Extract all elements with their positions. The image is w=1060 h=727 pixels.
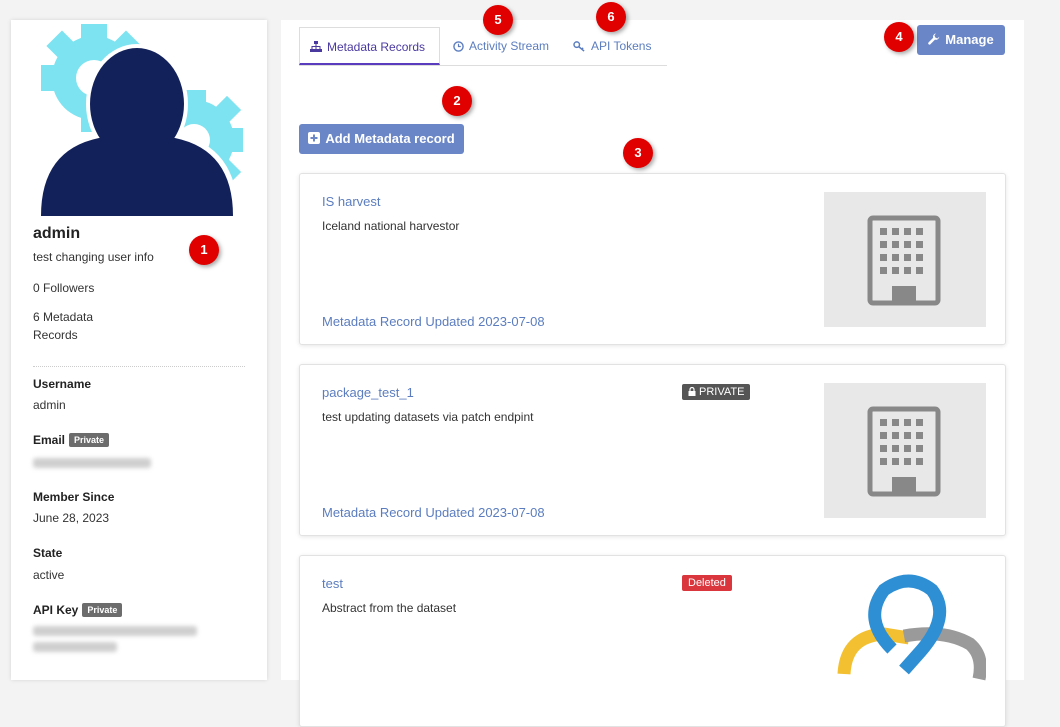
tab-api-tokens[interactable]: API Tokens [563,27,661,65]
tab-label: Activity Stream [469,39,550,53]
record-title-link[interactable]: package_test_1 [322,385,414,400]
plus-square-icon [308,132,321,144]
wrench-icon [928,33,940,45]
record-description: Iceland national harvestor [322,219,460,233]
user-avatar [39,24,243,216]
api-key-value-redacted [33,626,197,636]
main-content: Metadata Records Activity Stream API Tok… [281,20,1024,727]
private-badge: Private [82,603,123,617]
building-icon [867,406,941,497]
api-key-label-text: API Key [33,603,79,617]
manage-button[interactable]: Manage [917,25,1005,55]
record-card: test Deleted Abstract from the dataset [299,555,1006,727]
annotation-marker: 1 [189,235,219,265]
metadata-records-count: 6 Metadata Records [33,310,94,342]
clock-icon [453,41,464,52]
manage-label: Manage [945,32,994,47]
profile-name: admin [33,225,81,242]
record-title-link[interactable]: IS harvest [322,194,381,209]
api-key-value-redacted [33,642,117,652]
member-since-value: June 28, 2023 [33,511,110,525]
private-status-badge: PRIVATE [682,384,751,400]
key-icon [573,41,585,52]
deleted-status-badge: Deleted [682,575,732,591]
badge-label: PRIVATE [699,386,745,398]
record-description: Abstract from the dataset [322,601,457,615]
annotation-marker: 4 [884,22,914,52]
record-updated-link[interactable]: Metadata Record Updated 2023-07-08 [322,505,545,520]
add-record-label: Add Metadata record [325,131,455,146]
badge-label: Deleted [688,577,726,589]
annotation-marker: 3 [623,138,653,168]
sitemap-icon [310,41,322,52]
followers-count: 0 Followers [33,281,95,295]
record-card: package_test_1 PRIVATE test updating dat… [299,364,1006,536]
state-label: State [33,546,63,560]
dataset-logo-icon [837,574,986,681]
sidebar-divider [33,366,245,367]
record-thumbnail[interactable] [824,192,986,327]
tab-label: Metadata Records [327,40,426,54]
state-value: active [33,568,65,582]
annotation-marker: 6 [596,2,626,32]
record-updated-link[interactable]: Metadata Record Updated 2023-07-08 [322,314,545,329]
record-thumbnail[interactable] [824,574,986,709]
record-title-link[interactable]: test [322,576,343,591]
add-metadata-record-button[interactable]: Add Metadata record [299,124,464,154]
profile-tabs: Metadata Records Activity Stream API Tok… [299,27,667,66]
lock-icon [688,386,696,396]
record-description: test updating datasets via patch endpint [322,410,534,424]
username-value: admin [33,398,66,412]
profile-about: test changing user info [33,250,154,264]
record-card: IS harvest Iceland national harvestor Me… [299,173,1006,345]
email-value-redacted [33,458,151,468]
record-thumbnail[interactable] [824,383,986,518]
tab-label: API Tokens [591,39,652,53]
username-label: Username [33,377,92,391]
private-badge: Private [69,433,110,447]
profile-sidebar: admin test changing user info 0 Follower… [11,20,267,680]
building-icon [867,215,941,306]
member-since-label: Member Since [33,490,115,504]
email-label-text: Email [33,433,66,447]
annotation-marker: 2 [442,86,472,116]
api-key-label: API Key Private [33,603,123,617]
tab-metadata-records[interactable]: Metadata Records [299,27,440,65]
email-label: Email Private [33,433,110,447]
annotation-marker: 5 [483,5,513,35]
